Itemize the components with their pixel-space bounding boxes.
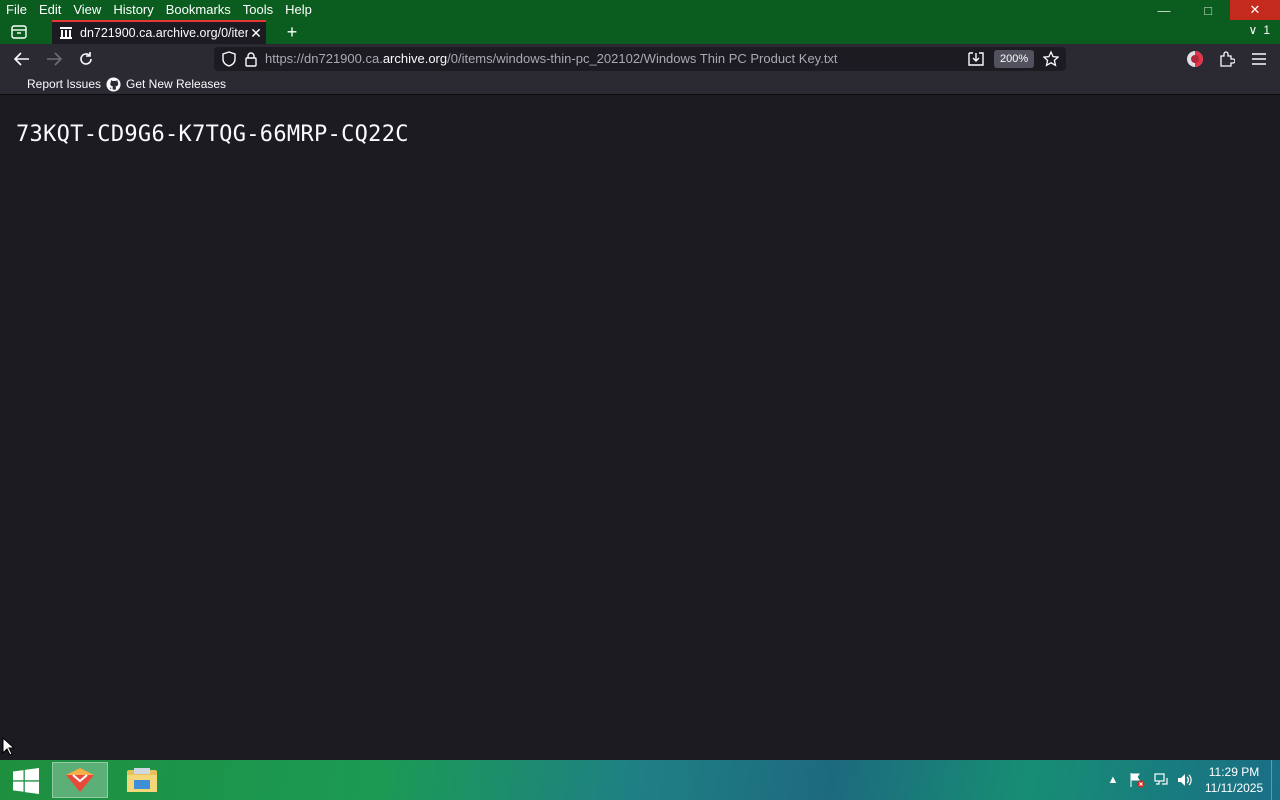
windows-taskbar: ▲ 11:29 PM 11/11/2025 <box>0 760 1280 800</box>
extensions-puzzle-icon[interactable] <box>1216 48 1238 70</box>
url-host: archive.org <box>382 51 448 66</box>
taskbar-clock[interactable]: 11:29 PM 11/11/2025 <box>1197 764 1271 796</box>
back-button[interactable] <box>10 48 34 70</box>
close-window-button[interactable]: ✕ <box>1230 0 1280 20</box>
clock-time: 11:29 PM <box>1208 765 1260 779</box>
bookmark-label: Get New Releases <box>126 77 227 91</box>
lock-icon[interactable] <box>242 50 260 68</box>
tab-count: 1 <box>1263 23 1270 37</box>
mouse-cursor-icon <box>2 737 14 756</box>
menu-history[interactable]: History <box>107 0 159 20</box>
tab-active[interactable]: dn721900.ca.archive.org/0/item ✕ <box>52 20 266 44</box>
tab-strip: dn721900.ca.archive.org/0/item ✕ + ∨ 1 <box>0 20 1280 44</box>
system-tray: ▲ 11:29 PM 11/11/2025 <box>1101 760 1280 800</box>
action-center-flag-icon[interactable] <box>1125 760 1149 800</box>
navigation-toolbar: https://dn721900.ca.archive.org/0/items/… <box>0 44 1280 74</box>
menu-bookmarks[interactable]: Bookmarks <box>160 0 237 20</box>
toolbar-right <box>1184 48 1270 70</box>
url-text[interactable]: https://dn721900.ca.archive.org/0/items/… <box>265 47 838 71</box>
menu-help[interactable]: Help <box>279 0 318 20</box>
tracking-protection-shield-icon[interactable] <box>220 50 238 68</box>
plus-icon: + <box>286 21 298 42</box>
maximize-button[interactable]: □ <box>1186 0 1230 20</box>
show-hidden-icons-button[interactable]: ▲ <box>1101 760 1125 800</box>
bookmark-label: Report Issues <box>27 77 102 91</box>
clock-date: 11/11/2025 <box>1204 781 1264 795</box>
taskbar-browser-app[interactable] <box>52 762 108 798</box>
close-icon: ✕ <box>1249 2 1261 17</box>
volume-icon[interactable] <box>1173 760 1197 800</box>
tab-manager-icon <box>11 25 27 39</box>
minimize-icon: — <box>1157 2 1171 18</box>
show-desktop-button[interactable] <box>1271 760 1280 800</box>
chevron-up-icon: ▲ <box>1107 774 1119 786</box>
bookmarks-toolbar: Report Issues Get New Releases <box>0 74 1280 95</box>
bookmark-report-issues[interactable]: Report Issues <box>27 74 101 94</box>
folder-icon <box>127 768 157 792</box>
url-prefix: https://dn721900.ca. <box>265 51 383 66</box>
taskbar-file-explorer[interactable] <box>114 762 170 798</box>
back-arrow-icon <box>14 52 29 66</box>
network-icon[interactable] <box>1149 760 1173 800</box>
bookmark-get-new-releases[interactable]: Get New Releases <box>106 74 226 94</box>
menu-bar: File Edit View History Bookmarks Tools H… <box>0 0 318 20</box>
reload-icon <box>80 52 92 65</box>
new-tab-button[interactable]: + <box>282 22 302 42</box>
windows-logo-icon <box>13 768 39 794</box>
tab-close-icon[interactable]: ✕ <box>248 25 264 41</box>
maximize-icon: □ <box>1204 2 1212 18</box>
tab-title: dn721900.ca.archive.org/0/item <box>80 26 248 40</box>
menu-edit[interactable]: Edit <box>33 0 67 20</box>
list-all-tabs-button[interactable]: ∨ 1 <box>1249 23 1270 37</box>
save-page-download-icon[interactable] <box>966 50 986 68</box>
zoom-reset-button[interactable]: 200% <box>994 50 1035 68</box>
tab-manager-button[interactable] <box>8 23 30 41</box>
github-icon <box>106 76 121 92</box>
dark-reader-extension-icon[interactable] <box>1184 48 1206 70</box>
menu-file[interactable]: File <box>0 0 33 20</box>
menu-tools[interactable]: Tools <box>237 0 279 20</box>
archive-favicon-icon <box>58 25 74 41</box>
window-titlebar: File Edit View History Bookmarks Tools H… <box>0 0 1280 44</box>
window-controls: — □ ✕ <box>1142 0 1280 20</box>
start-button[interactable] <box>6 766 46 796</box>
forward-button[interactable] <box>42 48 66 70</box>
address-bar[interactable]: https://dn721900.ca.archive.org/0/items/… <box>214 47 1066 71</box>
bookmark-star-icon[interactable] <box>1042 50 1060 68</box>
minimize-button[interactable]: — <box>1142 0 1186 20</box>
menu-view[interactable]: View <box>67 0 107 20</box>
hamburger-menu-icon[interactable] <box>1248 48 1270 70</box>
url-path: /0/items/windows-thin-pc_202102/Windows … <box>447 51 838 66</box>
browser-app-icon <box>66 768 94 792</box>
product-key-text: 73KQT-CD9G6-K7TQG-66MRP-CQ22C <box>16 122 409 147</box>
chevron-down-icon: ∨ <box>1248 23 1258 37</box>
reload-button[interactable] <box>74 48 98 70</box>
page-content: 73KQT-CD9G6-K7TQG-66MRP-CQ22C <box>0 95 1280 760</box>
forward-arrow-icon <box>47 52 62 66</box>
